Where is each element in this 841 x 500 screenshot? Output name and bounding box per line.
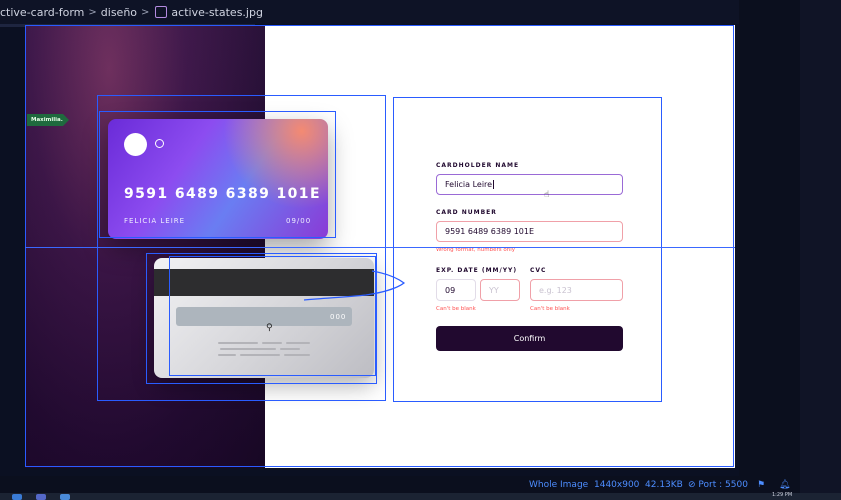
chevron-right-icon: > [141, 6, 150, 18]
freehand-annotation [303, 270, 406, 301]
status-port[interactable]: ⊘ Port : 5500 [688, 480, 748, 490]
breadcrumb-segment-folder[interactable]: diseño [101, 6, 137, 19]
editor-margin [739, 0, 800, 476]
taskbar: 1:29 PM [0, 492, 841, 500]
status-bar: Whole Image 1440x900 42.13KB ⊘ Port : 55… [0, 476, 800, 493]
breadcrumb: ctive-card-form > diseño > active-states… [0, 0, 800, 27]
chevron-right-icon: > [88, 6, 97, 18]
notification-bell-icon[interactable]: 🔔︎ [779, 480, 790, 490]
annotation-tag[interactable]: Maximilia... [27, 114, 67, 126]
annotation-box-card-front [99, 111, 336, 238]
annotation-guide-line [25, 247, 735, 248]
taskbar-app-icon[interactable] [60, 494, 70, 500]
taskbar-app-icon[interactable] [36, 494, 46, 500]
feedback-icon[interactable]: ⚑ [757, 480, 765, 490]
tag-arrow-icon [63, 114, 69, 126]
broadcast-icon: ⊘ [688, 480, 696, 490]
status-port-label: Port : 5500 [698, 480, 748, 490]
right-sidebar-strip [800, 0, 841, 500]
status-file-size: 42.13KB [645, 480, 683, 490]
breadcrumb-segment-project[interactable]: ctive-card-form [0, 6, 84, 19]
breadcrumb-file-name[interactable]: active-states.jpg [171, 6, 263, 19]
annotation-box-form [393, 97, 662, 402]
start-icon[interactable] [12, 494, 22, 500]
status-view-mode[interactable]: Whole Image [529, 480, 588, 490]
image-file-icon [155, 6, 168, 18]
clock: 1:29 PM [772, 492, 793, 498]
status-dimensions: 1440x900 [594, 480, 640, 490]
